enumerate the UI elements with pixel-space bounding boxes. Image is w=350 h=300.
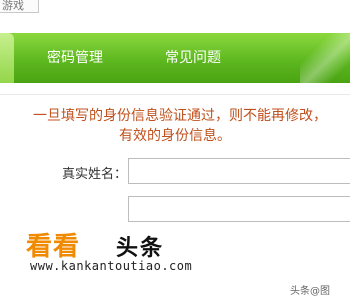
- second-input[interactable]: [128, 196, 350, 222]
- watermark-corner: 头条@图: [290, 286, 330, 297]
- top-search-text: 游戏: [2, 0, 24, 12]
- notice-line-2: 有效的身份信息。: [119, 128, 231, 144]
- real-name-input[interactable]: [128, 158, 350, 184]
- top-search-box[interactable]: 游戏: [0, 0, 39, 13]
- nav-active-tab[interactable]: [0, 33, 14, 83]
- identity-notice: 一旦填写的身份信息验证通过，则不能再修改， 有效的身份信息。: [0, 106, 350, 146]
- nav-item-password-management[interactable]: 密码管理: [47, 47, 103, 67]
- watermark-url: www.kankantoutiao.com: [30, 259, 193, 273]
- top-bar: 游戏: [0, 0, 350, 22]
- nav-decoration: [300, 33, 350, 83]
- notice-line-1: 一旦填写的身份信息验证通过，则不能再修改，: [33, 108, 327, 124]
- divider: [0, 94, 350, 95]
- watermark-logo-black: 头条: [116, 236, 165, 261]
- watermark-logo-orange: 看看: [26, 232, 81, 262]
- real-name-label: 真实姓名：: [62, 167, 128, 182]
- nav-item-faq[interactable]: 常见问题: [165, 47, 221, 67]
